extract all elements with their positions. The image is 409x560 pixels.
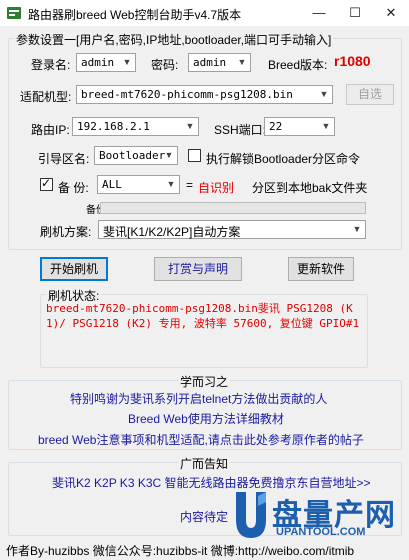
status-text: breed-mt7620-phicomm-psg1208.bin斐讯 PSG12… (46, 302, 360, 330)
auto-select-button[interactable]: 自选 (346, 84, 394, 105)
chevron-down-icon: ▼ (185, 121, 195, 131)
breed-version-label: Breed版本: (268, 58, 328, 72)
ads-group-title: 广而告知 (178, 455, 231, 472)
backup-eq: = (186, 178, 194, 192)
router-ip-select[interactable]: 192.168.2.1 ▼ (72, 117, 199, 136)
login-label: 登录名: (31, 58, 71, 72)
footer-credits: 作者By-huzibbs 微信公众号:huzibbs-it 微博:http://… (6, 544, 355, 558)
backup-progress-bar (100, 202, 366, 214)
learn-group-title: 学而习之 (178, 373, 231, 390)
backup-select[interactable]: ALL ▼ (97, 175, 180, 194)
chevron-down-icon: ▼ (319, 89, 329, 99)
unlock-checkbox-label: 执行解锁Bootloader分区命令 (206, 152, 361, 166)
ssh-port-select[interactable]: 22 ▼ (264, 117, 335, 136)
boot-area-value: Bootloader (99, 149, 166, 162)
window-title: 路由器刷breed Web控制台助手v4.7版本 (28, 8, 242, 22)
chevron-down-icon: ▼ (122, 57, 132, 67)
flash-plan-value: 斐讯[K1/K2/K2P]自动方案 (103, 225, 241, 239)
backup-checkbox[interactable] (40, 176, 53, 191)
chevron-down-icon: ▼ (352, 224, 362, 234)
app-window: 路由器刷breed Web控制台助手v4.7版本 — ☐ ✕ 参数设置一[用户名… (0, 0, 409, 560)
login-select[interactable]: admin ▼ (76, 53, 136, 72)
password-select[interactable]: admin ▼ (188, 53, 251, 72)
model-select[interactable]: breed-mt7620-phicomm-psg1208.bin ▼ (76, 85, 333, 104)
boot-area-label: 引导区名: (38, 152, 90, 166)
router-ip-value: 192.168.2.1 (77, 120, 150, 133)
backup-label: 备 份: (58, 181, 89, 195)
donate-button[interactable]: 打赏与声明 (154, 257, 242, 281)
ssh-port-label: SSH端口: (214, 123, 267, 137)
password-label: 密码: (151, 58, 179, 72)
backup-auto-detect: 自识别 (198, 181, 235, 195)
backup-value: ALL (102, 178, 122, 191)
start-flash-button[interactable]: 开始刷机 (40, 257, 108, 281)
chevron-down-icon: ▼ (237, 57, 247, 67)
watermark-url: UPANTOOL.COM (276, 526, 366, 538)
flash-plan-label: 刷机方案: (40, 225, 92, 239)
unlock-checkbox[interactable] (188, 149, 201, 162)
breed-version-value: r1080 (334, 53, 371, 69)
model-value: breed-mt7620-phicomm-psg1208.bin (81, 88, 293, 101)
chevron-down-icon: ▼ (164, 150, 174, 160)
thanks-link[interactable]: 特别鸣谢为斐讯系列开启telnet方法做出贡献的人 (70, 390, 327, 407)
ad-pending: 内容待定 (180, 510, 229, 524)
title-bar: 路由器刷breed Web控制台助手v4.7版本 — ☐ ✕ (0, 0, 409, 26)
app-icon (7, 7, 21, 19)
watermark-logo: 盘量产网 UPANTOOL.COM (232, 488, 408, 546)
login-value: admin (81, 56, 115, 69)
chevron-down-icon: ▼ (166, 179, 176, 189)
flash-plan-select[interactable]: 斐讯[K1/K2/K2P]自动方案 ▼ (98, 220, 366, 239)
minimize-button[interactable]: — (301, 0, 337, 26)
backup-description: 分区到本地bak文件夹 (252, 181, 368, 195)
boot-area-select[interactable]: Bootloader ▼ (94, 146, 178, 165)
params-group-title: 参数设置一[用户名,密码,IP地址,bootloader,端口可手动输入] (14, 31, 334, 48)
u-logo-icon (236, 492, 266, 538)
close-button[interactable]: ✕ (373, 0, 409, 26)
chevron-down-icon: ▼ (321, 121, 331, 131)
password-value: admin (193, 56, 227, 69)
update-button[interactable]: 更新软件 (288, 257, 354, 281)
model-label: 适配机型: (20, 90, 72, 104)
maximize-button[interactable]: ☐ (337, 0, 373, 26)
ssh-port-value: 22 (269, 120, 283, 133)
notes-link[interactable]: breed Web注意事项和机型适配,请点击此处参考原作者的帖子 (38, 431, 364, 448)
tutorial-link[interactable]: Breed Web使用方法详细教材 (128, 410, 284, 427)
router-ip-label: 路由IP: (31, 123, 70, 137)
